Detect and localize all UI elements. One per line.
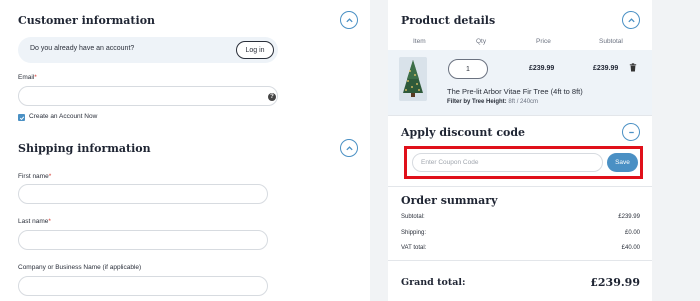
company-field[interactable]: [18, 276, 268, 296]
product-subtotal: £239.99: [593, 65, 619, 72]
shipping-label: Shipping:: [401, 230, 427, 236]
product-name[interactable]: The Pre-lit Arbor Vitae Fir Tree (4ft to…: [447, 87, 583, 96]
vat-label: VAT total:: [401, 245, 427, 251]
coupon-highlight: Enter Coupon Code Save: [404, 146, 643, 179]
divider: [388, 115, 652, 116]
email-field[interactable]: [18, 86, 278, 106]
product-details-title: Product details: [401, 14, 496, 27]
email-label: Email*: [18, 74, 37, 81]
column-price: Price: [536, 38, 551, 45]
discount-title: Apply discount code: [401, 126, 526, 139]
company-label: Company or Business Name (if applicable): [18, 264, 142, 271]
account-question: Do you already have an account?: [30, 45, 135, 52]
first-name-label: First name*: [18, 173, 52, 180]
login-prompt: Do you already have an account? Log in: [18, 37, 278, 63]
help-icon[interactable]: ?: [268, 93, 276, 101]
divider: [388, 260, 652, 261]
trash-icon[interactable]: [629, 63, 637, 72]
chevron-up-icon: [345, 17, 353, 22]
first-name-field[interactable]: [18, 184, 268, 204]
coupon-input[interactable]: Enter Coupon Code: [412, 153, 603, 172]
customer-panel: Customer information Do you already have…: [0, 0, 370, 301]
grand-total-label: Grand total:: [401, 277, 466, 288]
collapse-product-button[interactable]: [622, 11, 640, 29]
vat-value: £40.00: [621, 245, 640, 251]
shipping-value: £0.00: [624, 230, 640, 236]
chevron-up-icon: [345, 145, 353, 150]
order-panel: Product details Item Qty Price Subtotal …: [388, 0, 652, 301]
chevron-up-icon: [627, 17, 635, 22]
last-name-field[interactable]: [18, 230, 268, 250]
christmas-tree-icon: [399, 57, 427, 101]
grand-total-value: £239.99: [590, 276, 640, 289]
first-name-label-text: First name: [18, 173, 49, 180]
create-account-label: Create an Account Now: [29, 113, 98, 120]
collapse-discount-button[interactable]: [622, 123, 640, 141]
column-qty: Qty: [476, 38, 487, 45]
variant-value: 8ft / 240cm: [508, 99, 539, 105]
order-summary-title: Order summary: [401, 194, 498, 207]
collapse-customer-button[interactable]: [340, 11, 358, 29]
last-name-label: Last name*: [18, 218, 51, 225]
product-price: £239.99: [529, 65, 555, 72]
login-button[interactable]: Log in: [236, 41, 274, 59]
subtotal-label: Subtotal:: [401, 214, 425, 220]
collapse-shipping-button[interactable]: [340, 139, 358, 157]
customer-info-title: Customer information: [18, 14, 156, 27]
column-subtotal: Subtotal: [599, 38, 623, 45]
column-item: Item: [413, 38, 426, 45]
product-image[interactable]: [399, 57, 427, 101]
product-variant: Filter by Tree Height: 8ft / 240cm: [447, 99, 538, 105]
variant-label: Filter by Tree Height:: [447, 99, 507, 105]
email-label-text: Email: [18, 74, 35, 81]
minus-icon: [628, 131, 634, 133]
shipping-info-title: Shipping information: [18, 142, 151, 155]
check-icon: [19, 115, 24, 120]
divider: [388, 186, 652, 187]
coupon-save-button[interactable]: Save: [607, 153, 638, 172]
create-account-checkbox[interactable]: [18, 114, 25, 121]
last-name-label-text: Last name: [18, 218, 49, 225]
subtotal-value: £239.99: [618, 214, 640, 220]
quantity-field[interactable]: 1: [448, 59, 488, 79]
product-row: 1 £239.99 £239.99 The Pre-lit Arbor Vita…: [388, 50, 652, 115]
